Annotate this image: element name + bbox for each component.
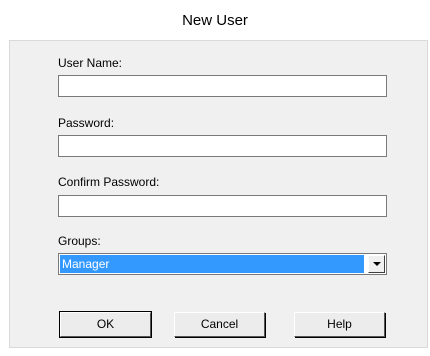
dialog-title: New User bbox=[182, 12, 248, 29]
username-input[interactable] bbox=[58, 75, 387, 97]
groups-label: Groups: bbox=[58, 234, 101, 248]
help-button[interactable]: Help bbox=[294, 312, 385, 337]
confirm-password-input[interactable] bbox=[58, 195, 387, 217]
new-user-dialog: New User User Name: Password: Confirm Pa… bbox=[0, 0, 430, 356]
dropdown-arrow-button[interactable] bbox=[368, 255, 385, 273]
password-label: Password: bbox=[58, 116, 115, 130]
dialog-body: User Name: Password: Confirm Password: G… bbox=[9, 40, 428, 348]
username-label: User Name: bbox=[58, 56, 123, 70]
password-input[interactable] bbox=[58, 135, 387, 157]
chevron-down-icon bbox=[373, 262, 381, 266]
groups-dropdown[interactable]: Manager bbox=[58, 253, 387, 275]
ok-button[interactable]: OK bbox=[59, 311, 152, 338]
title-bar[interactable]: New User bbox=[0, 0, 430, 40]
cancel-button[interactable]: Cancel bbox=[174, 312, 265, 337]
confirm-password-label: Confirm Password: bbox=[58, 175, 160, 189]
groups-selected-value[interactable]: Manager bbox=[60, 255, 364, 273]
